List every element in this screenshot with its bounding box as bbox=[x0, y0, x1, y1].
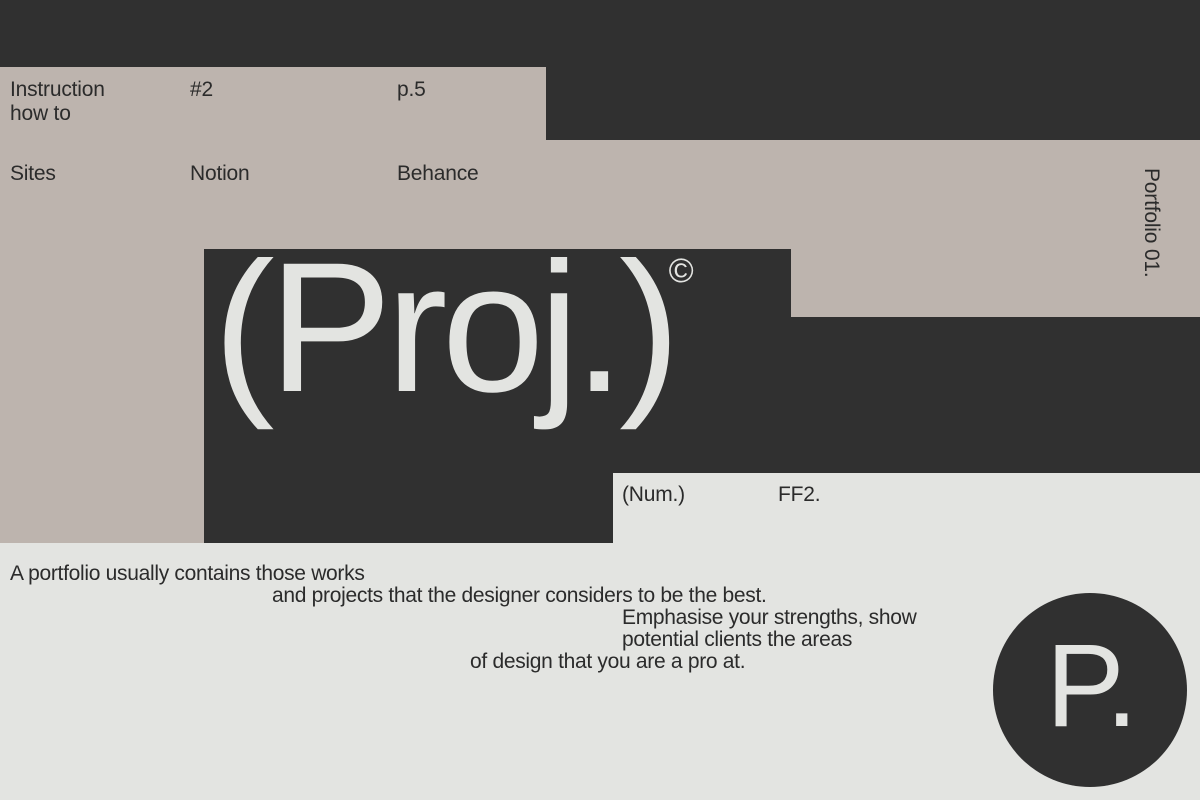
portfolio-vertical-label: Portfolio 01. bbox=[1140, 168, 1163, 278]
body-line: A portfolio usually contains those works bbox=[10, 562, 365, 585]
beige-block-left bbox=[0, 317, 204, 543]
header-issue-number: #2 bbox=[190, 78, 213, 101]
spec-number-value: FF2. bbox=[778, 483, 821, 506]
poster-canvas: Instruction how to #2 p.5 Sites Notion B… bbox=[0, 0, 1200, 800]
header-page-number: p.5 bbox=[397, 78, 426, 101]
header-sites-label: Sites bbox=[10, 162, 56, 185]
copyright-icon: © bbox=[668, 252, 694, 290]
header-link-notion[interactable]: Notion bbox=[190, 162, 250, 186]
header-instruction-label: Instruction how to bbox=[10, 78, 105, 125]
header-link-behance[interactable]: Behance bbox=[397, 162, 479, 186]
display-title: (Proj.)© bbox=[213, 236, 694, 421]
light-panel-right bbox=[613, 473, 1200, 543]
spec-number-label: (Num.) bbox=[622, 483, 685, 506]
display-title-text: (Proj.) bbox=[213, 225, 681, 431]
portfolio-badge: P. bbox=[993, 593, 1187, 787]
badge-monogram: P. bbox=[1045, 620, 1138, 752]
